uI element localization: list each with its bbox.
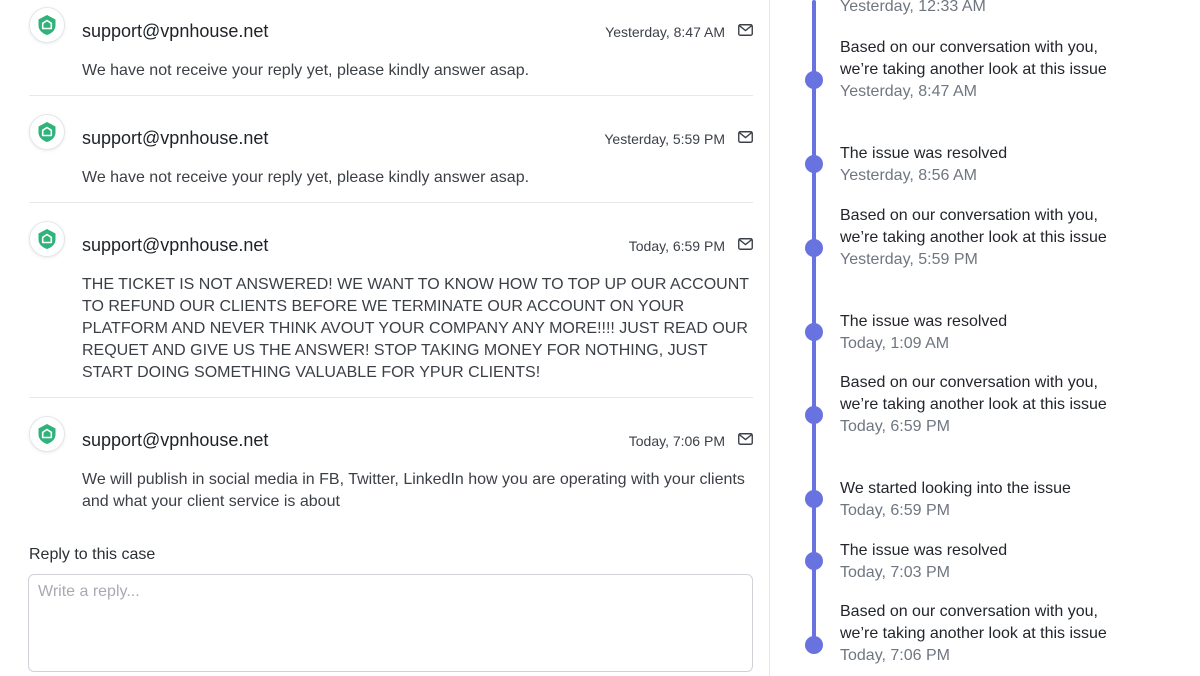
timeline-event-text: The issue was resolved [840,313,1008,330]
timeline-entry: We started looking into the issue Today,… [840,478,1140,522]
message-body: We have not receive your reply yet, plea… [82,169,530,186]
timeline-timestamp: Yesterday, 8:47 AM [840,83,977,100]
timeline-timestamp: Yesterday, 5:59 PM [840,251,978,268]
mail-icon[interactable] [738,238,753,250]
shield-logo-icon [38,424,56,444]
timeline-event-text: Based on our conversation with you, we’r… [840,39,1107,78]
timeline-event-text: Based on our conversation with you, we’r… [840,603,1107,642]
timeline-dot [805,490,823,508]
mail-icon[interactable] [738,433,753,445]
timeline-dot [805,71,823,89]
shield-logo-icon [38,122,56,142]
timeline-line [812,0,816,644]
timeline-event-text: We started looking into the issue [840,480,1071,497]
timeline-timestamp: Today, 1:09 AM [840,335,950,352]
message-timestamp: Yesterday, 5:59 PM [604,131,725,147]
avatar [29,416,65,452]
timeline-entry: Based on our conversation with you, we’r… [840,372,1140,438]
message-body: We will publish in social media in FB, T… [82,471,745,510]
timeline-entry: The issue was resolved Yesterday, 8:56 A… [840,143,1140,187]
timeline-event-text: The issue was resolved [840,145,1008,162]
sender-email: support@vpnhouse.net [82,21,269,41]
support-case-view: support@vpnhouse.net Yesterday, 8:47 AM … [0,0,1200,676]
message-body: THE TICKET IS NOT ANSWERED! WE WANT TO K… [82,276,749,381]
activity-timeline: Yesterday, 12:33 AM Based on our convers… [770,0,1200,676]
sender-email: support@vpnhouse.net [82,128,269,148]
divider [29,95,753,96]
sender-email: support@vpnhouse.net [82,235,269,255]
message-thread: support@vpnhouse.net Yesterday, 8:47 AM … [0,0,770,676]
timeline-dot [805,636,823,654]
timeline-entry: The issue was resolved Today, 7:03 PM [840,540,1140,584]
timeline-timestamp: Today, 6:59 PM [840,418,950,435]
reply-section-label: Reply to this case [29,546,156,563]
sender-email: support@vpnhouse.net [82,430,269,450]
message-timestamp: Today, 7:06 PM [628,433,725,449]
timeline-entry: The issue was resolved Today, 1:09 AM [840,311,1140,355]
timeline-timestamp: Yesterday, 8:56 AM [840,167,977,184]
timeline-entry: Based on our conversation with you, we’r… [840,37,1140,103]
shield-logo-icon [38,15,56,35]
timeline-dot [805,323,823,341]
shield-logo-icon [38,229,56,249]
message-timestamp: Yesterday, 8:47 AM [605,24,725,40]
timeline-event-text: Based on our conversation with you, we’r… [840,374,1107,413]
timeline-timestamp: Today, 7:06 PM [840,647,950,664]
mail-icon[interactable] [738,131,753,143]
timeline-timestamp: Yesterday, 12:33 AM [840,0,986,15]
avatar [29,7,65,43]
message-item: support@vpnhouse.net Today, 6:59 PM THE … [29,221,753,391]
timeline-dot [805,406,823,424]
message-item: support@vpnhouse.net Today, 7:06 PM We w… [29,416,753,526]
avatar [29,114,65,150]
timeline-entry: Based on our conversation with you, we’r… [840,205,1140,271]
timeline-timestamp: Today, 7:03 PM [840,564,950,581]
timeline-event-text: The issue was resolved [840,542,1008,559]
timeline-event-text: Based on our conversation with you, we’r… [840,207,1107,246]
divider [29,202,753,203]
timeline-entry: Yesterday, 12:33 AM [840,0,1140,18]
message-body: We have not receive your reply yet, plea… [82,62,530,79]
message-item: support@vpnhouse.net Yesterday, 5:59 PM … [29,114,753,199]
timeline-dot [805,155,823,173]
mail-icon[interactable] [738,24,753,36]
timeline-dot [805,552,823,570]
timeline-timestamp: Today, 6:59 PM [840,502,950,519]
message-timestamp: Today, 6:59 PM [628,238,725,254]
avatar [29,221,65,257]
reply-textarea[interactable] [28,574,753,672]
timeline-dot [805,239,823,257]
divider [29,397,753,398]
timeline-entry: Based on our conversation with you, we’r… [840,601,1140,667]
message-item: support@vpnhouse.net Yesterday, 8:47 AM … [29,7,753,92]
